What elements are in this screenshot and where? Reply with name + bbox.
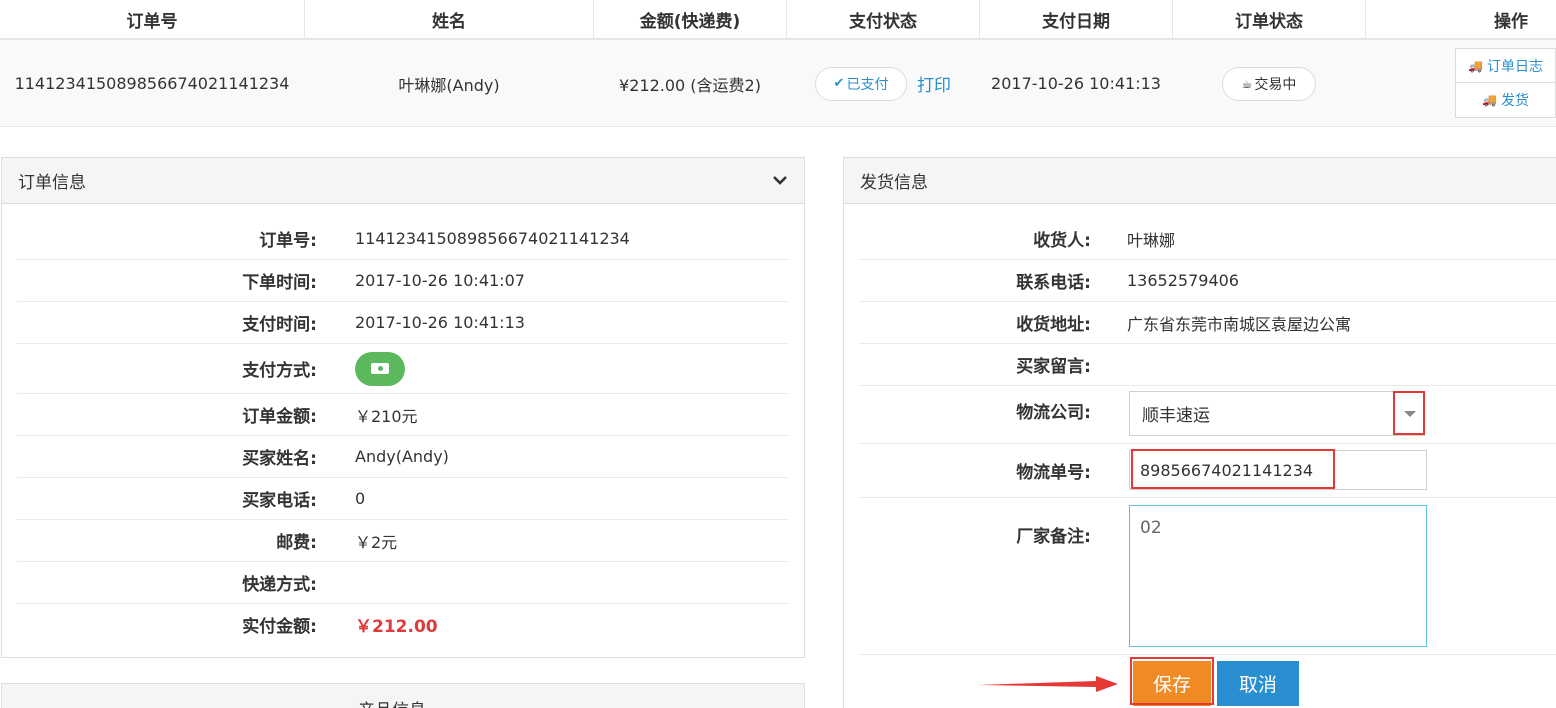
ship-label: 发货 xyxy=(1500,93,1529,109)
label-postage: 邮费: xyxy=(276,533,317,553)
label-paid-total: 实付金额: xyxy=(242,616,317,637)
order-status-badge: ☕ 交易中 xyxy=(1222,66,1316,101)
row-contact-phone: 联系电话: 13652579406 xyxy=(859,260,1556,302)
print-link[interactable]: 打印 xyxy=(917,71,951,96)
cancel-button[interactable]: 取消 xyxy=(1217,661,1299,706)
value-buyer-name: Andy(Andy) xyxy=(355,447,449,466)
order-info-header[interactable]: 订单信息 xyxy=(2,158,804,204)
value-receiver: 叶琳娜 xyxy=(1127,230,1176,250)
ship-button[interactable]: 🚚 发货 xyxy=(1455,83,1556,118)
caret-down-icon[interactable] xyxy=(1404,411,1416,417)
product-info-title: 产品信息 xyxy=(358,696,426,708)
truck-icon: 🚚 xyxy=(1468,58,1483,73)
row-pay-time: 支付时间: 2017-10-26 10:41:13 xyxy=(17,302,788,344)
manufacturer-remark-textarea[interactable]: 02 xyxy=(1129,505,1427,647)
row-order-amount: 订单金额: ￥210元 xyxy=(17,394,788,436)
paid-badge: ✔ 已支付 xyxy=(815,66,907,101)
shipping-info-title: 发货信息 xyxy=(860,173,928,193)
header-order-no: 订单号 xyxy=(126,11,178,32)
cell-order-no: 114123415089856674021141234 xyxy=(14,74,290,93)
value-order-no: 114123415089856674021141234 xyxy=(355,229,630,248)
label-pay-time: 支付时间: xyxy=(242,315,317,335)
cell-pay-status: ✔ 已支付 打印 xyxy=(787,40,979,127)
check-icon: ✔ xyxy=(833,76,845,91)
label-order-amount: 订单金额: xyxy=(242,407,317,427)
label-order-no: 订单号: xyxy=(259,231,317,251)
label-receiver: 收货人: xyxy=(1033,231,1091,251)
label-buyer-name: 买家姓名: xyxy=(242,449,317,469)
order-status-label: 交易中 xyxy=(1254,76,1297,93)
label-tracking-no: 物流单号: xyxy=(1016,463,1091,483)
label-contact-phone: 联系电话: xyxy=(1016,273,1091,293)
label-buyer-message: 买家留言: xyxy=(1016,357,1091,377)
logistics-company-value: 顺丰速运 xyxy=(1142,406,1210,426)
truck-icon: 🚚 xyxy=(1482,93,1497,107)
row-postage: 邮费: ￥2元 xyxy=(17,520,788,562)
order-log-label: 订单日志 xyxy=(1486,58,1543,75)
label-order-time: 下单时间: xyxy=(242,273,317,293)
label-pay-method: 支付方式: xyxy=(242,361,317,381)
table-header: 订单号 姓名 金额(快递费) 支付状态 支付日期 订单状态 操作 xyxy=(0,0,1556,40)
row-express-method: 快递方式: xyxy=(17,562,788,604)
row-address: 收货地址: 广东省东莞市南城区袁屋边公寓 xyxy=(859,302,1556,344)
label-manufacturer-remark: 厂家备注: xyxy=(1016,527,1091,547)
label-buyer-phone: 买家电话: xyxy=(242,491,317,511)
value-paid-total: ￥212.00 xyxy=(355,616,438,637)
value-order-time: 2017-10-26 10:41:07 xyxy=(355,271,525,290)
label-express-method: 快递方式: xyxy=(242,575,317,595)
logistics-company-select[interactable]: 顺丰速运 xyxy=(1129,391,1425,436)
value-buyer-phone: 0 xyxy=(355,489,366,508)
header-amount: 金额(快递费) xyxy=(639,11,741,32)
header-order-status: 订单状态 xyxy=(1235,11,1303,32)
cell-name: 叶琳娜(Andy) xyxy=(398,75,500,95)
cell-pay-date: 2017-10-26 10:41:13 xyxy=(991,74,1161,93)
cell-amount: ¥212.00 (含运费2) xyxy=(619,75,761,95)
row-order-time: 下单时间: 2017-10-26 10:41:07 xyxy=(17,260,788,302)
paid-label: 已支付 xyxy=(846,76,889,93)
order-log-button[interactable]: 🚚 订单日志 xyxy=(1455,48,1556,83)
money-icon xyxy=(371,363,389,374)
product-info-panel: 产品信息 xyxy=(1,683,805,708)
arrow-annotation-icon xyxy=(978,676,1118,692)
operations: 🚚 订单日志 🚚 发货 xyxy=(1455,48,1556,118)
tracking-no-input[interactable] xyxy=(1129,450,1427,490)
row-order-no: 订单号: 114123415089856674021141234 xyxy=(17,218,788,260)
value-pay-time: 2017-10-26 10:41:13 xyxy=(355,313,525,332)
header-operations: 操作 xyxy=(1494,11,1528,32)
value-pay-method xyxy=(355,351,405,386)
coffee-icon: ☕ xyxy=(1241,76,1253,91)
cash-badge xyxy=(355,351,405,386)
value-order-amount: ￥210元 xyxy=(355,406,418,426)
cell-order-status: ☕ 交易中 xyxy=(1173,40,1365,127)
row-receiver: 收货人: 叶琳娜 xyxy=(859,218,1556,260)
label-address: 收货地址: xyxy=(1016,315,1091,335)
row-paid-total: 实付金额: ￥212.00 xyxy=(17,604,788,644)
table-row: 114123415089856674021141234 叶琳娜(Andy) ¥2… xyxy=(0,40,1556,127)
row-pay-method: 支付方式: xyxy=(17,344,788,394)
label-logistics-company: 物流公司: xyxy=(1016,403,1091,423)
shipping-info-header: 发货信息 xyxy=(844,158,1556,204)
row-buyer-name: 买家姓名: Andy(Andy) xyxy=(17,436,788,478)
header-name: 姓名 xyxy=(432,11,466,32)
order-info-title: 订单信息 xyxy=(18,173,86,193)
header-pay-date: 支付日期 xyxy=(1042,11,1110,32)
value-postage: ￥2元 xyxy=(355,532,398,552)
value-contact-phone: 13652579406 xyxy=(1127,271,1239,290)
row-buyer-phone: 买家电话: 0 xyxy=(17,478,788,520)
row-buyer-message: 买家留言: xyxy=(859,344,1556,386)
header-pay-status: 支付状态 xyxy=(849,11,917,32)
chevron-down-icon[interactable] xyxy=(772,172,788,188)
save-button[interactable]: 保存 xyxy=(1133,661,1211,706)
value-address: 广东省东莞市南城区袁屋边公寓 xyxy=(1127,314,1352,334)
